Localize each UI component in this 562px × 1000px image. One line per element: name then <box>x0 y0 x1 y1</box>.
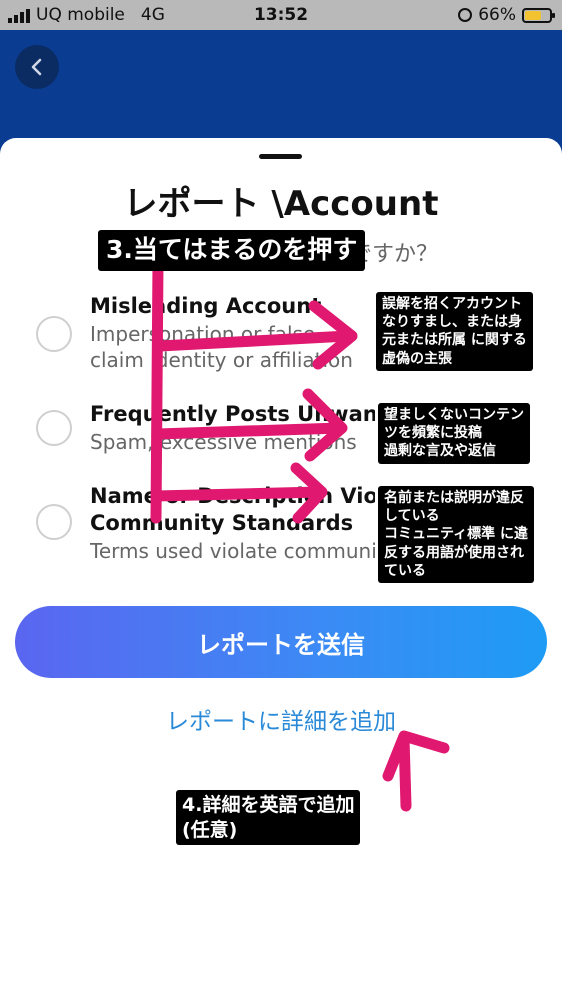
note-line: ている <box>384 562 426 579</box>
annotation-note3: 名前または説明が違反 している コミュニティ標準 に違 反する用語が使用され て… <box>378 486 535 583</box>
note-line: 誤解を招くアカウント <box>382 296 522 312</box>
note-line: 虚偽の主張 <box>382 350 452 367</box>
note-line: 望ましくないコンテン <box>384 407 524 423</box>
annotation-note2: 望ましくないコンテン ツを頻繁に投稿 過剰な言及や返信 <box>378 403 530 464</box>
note-line: コミュニティ標準 に違 <box>384 526 529 543</box>
option-title-line2: Community Standards <box>90 511 354 535</box>
note-line: なりすまし、または身 <box>382 314 522 331</box>
option-description: Spam, excessive mentions <box>90 430 357 454</box>
option-title: Frequently Posts Unwanted <box>90 402 375 426</box>
note-line: している <box>384 508 440 525</box>
note-line: 過剰な言及や返信 <box>384 443 496 460</box>
note-line: 反する用語が使用され <box>384 544 524 561</box>
annotation-step4: 4.詳細を英語で追加 (任意) <box>176 790 361 846</box>
sheet-grabber[interactable] <box>259 154 302 159</box>
status-bar: UQ mobile 4G 13:52 66% <box>0 0 562 30</box>
status-right: 66% <box>458 5 555 25</box>
note-line: 4.詳細を英語で追加 <box>182 794 355 816</box>
option-description-text: Impersonation or false claim identity or… <box>90 322 353 372</box>
chevron-left-icon <box>31 58 42 76</box>
battery-icon <box>522 7 555 23</box>
radio-button[interactable] <box>36 410 72 446</box>
add-details-link[interactable]: レポートに詳細を追加 <box>0 702 562 736</box>
option-description: Impersonation or false claim identity or… <box>90 321 360 375</box>
header <box>0 30 562 140</box>
note-line: ツを頻繁に投稿 <box>384 425 482 442</box>
option-title: Name or Description Violates <box>90 484 375 508</box>
sheet-title: レポート \Account <box>123 184 439 224</box>
rotation-lock-icon <box>458 8 473 22</box>
annotation-note1: 誤解を招くアカウント なりすまし、または身 元または所属 に関する 虚偽の主張 <box>376 292 533 371</box>
submit-report-button[interactable]: レポートを送信 <box>15 606 547 678</box>
note-line: 元または所属 に関する <box>382 332 527 349</box>
battery-label: 66% <box>478 5 516 25</box>
radio-button[interactable] <box>36 316 72 352</box>
option-description: Terms used violate community <box>90 539 375 563</box>
annotation-step3: 3.当てはまるのを押す <box>98 230 366 271</box>
back-button[interactable] <box>15 45 59 89</box>
note-line: 名前または説明が違反 <box>384 490 524 506</box>
radio-button[interactable] <box>36 504 72 540</box>
note-line: (任意) <box>182 818 238 841</box>
